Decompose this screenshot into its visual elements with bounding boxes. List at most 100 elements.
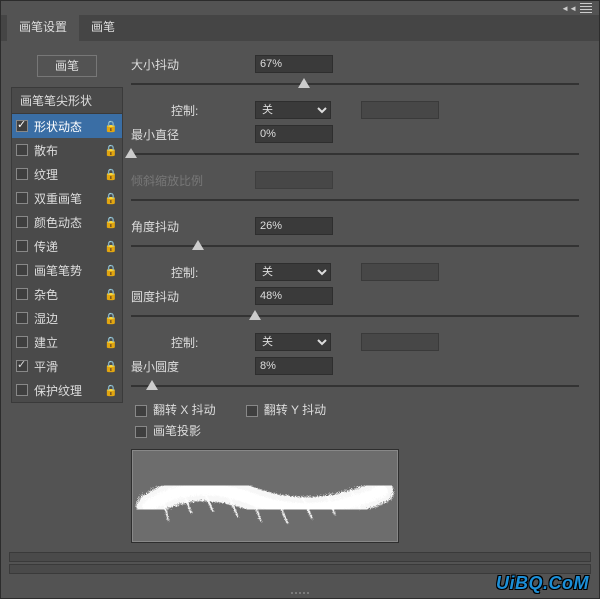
tab-bar: 画笔设置 画笔 bbox=[1, 15, 599, 41]
label-control-3: 控制: bbox=[131, 334, 251, 351]
row-size-jitter: 大小抖动 67% bbox=[131, 53, 579, 75]
collapse-icon[interactable]: ◄◄ bbox=[561, 4, 577, 13]
value-tilt-scale bbox=[255, 171, 333, 189]
checkbox-icon[interactable] bbox=[16, 192, 28, 204]
value-angle-jitter[interactable]: 26% bbox=[255, 217, 333, 235]
checkbox-icon[interactable] bbox=[16, 120, 28, 132]
label-size-jitter: 大小抖动 bbox=[131, 56, 251, 73]
list-item-7[interactable]: 杂色 🔒 bbox=[12, 282, 122, 306]
list-item-label: 散布 bbox=[34, 142, 58, 159]
brush-preset-button[interactable]: 画笔 bbox=[37, 55, 97, 77]
lock-icon[interactable]: 🔒 bbox=[104, 240, 118, 253]
lock-icon[interactable]: 🔒 bbox=[104, 168, 118, 181]
list-item-label: 双重画笔 bbox=[34, 190, 82, 207]
lock-icon[interactable]: 🔒 bbox=[104, 144, 118, 157]
right-column: 大小抖动 67% 控制: 关 最小直径 0% 倾斜缩放比例 角度抖动 26 bbox=[131, 53, 589, 543]
row-tilt-scale: 倾斜缩放比例 bbox=[131, 169, 579, 191]
flyout-menu-icon[interactable] bbox=[579, 2, 593, 14]
check-flip-y[interactable]: 翻转 Y 抖动 bbox=[246, 401, 326, 418]
extra-box-3 bbox=[361, 333, 439, 351]
tab-brush[interactable]: 画笔 bbox=[79, 12, 127, 41]
checkbox-icon[interactable] bbox=[16, 360, 28, 372]
slider-min-round[interactable] bbox=[131, 379, 579, 393]
label-min-round: 最小圆度 bbox=[131, 358, 251, 375]
list-item-11[interactable]: 保护纹理 🔒 bbox=[12, 378, 122, 402]
checkbox-icon[interactable] bbox=[16, 168, 28, 180]
resize-grip-icon[interactable] bbox=[278, 590, 322, 596]
titlebar: ◄◄ bbox=[1, 1, 599, 15]
lock-icon[interactable]: 🔒 bbox=[104, 288, 118, 301]
brush-settings-panel: ◄◄ 画笔设置 画笔 画笔 画笔笔尖形状 形状动态🔒散布🔒纹理🔒双重画笔🔒颜色动… bbox=[0, 0, 600, 599]
checkbox-icon[interactable] bbox=[16, 288, 28, 300]
lock-icon[interactable]: 🔒 bbox=[104, 336, 118, 349]
value-min-round[interactable]: 8% bbox=[255, 357, 333, 375]
slider-angle-jitter[interactable] bbox=[131, 239, 579, 253]
row-min-round: 最小圆度 8% bbox=[131, 355, 579, 377]
slider-size-jitter[interactable] bbox=[131, 77, 579, 91]
options-list: 画笔笔尖形状 形状动态🔒散布🔒纹理🔒双重画笔🔒颜色动态🔒传递🔒画笔笔势🔒杂色🔒湿… bbox=[11, 87, 123, 403]
left-column: 画笔 画笔笔尖形状 形状动态🔒散布🔒纹理🔒双重画笔🔒颜色动态🔒传递🔒画笔笔势🔒杂… bbox=[11, 53, 123, 543]
lock-icon[interactable]: 🔒 bbox=[104, 384, 118, 397]
value-round-jitter[interactable]: 48% bbox=[255, 287, 333, 305]
label-control-1: 控制: bbox=[131, 102, 251, 119]
lock-icon[interactable]: 🔒 bbox=[104, 264, 118, 277]
row-min-diameter: 最小直径 0% bbox=[131, 123, 579, 145]
select-control-3[interactable]: 关 bbox=[255, 333, 331, 351]
bar-1 bbox=[9, 552, 591, 562]
label-min-diameter: 最小直径 bbox=[131, 126, 251, 143]
brush-preview bbox=[131, 449, 399, 543]
checkbox-icon[interactable] bbox=[16, 216, 28, 228]
checkbox-icon[interactable] bbox=[16, 312, 28, 324]
check-brush-projection[interactable]: 画笔投影 bbox=[135, 422, 579, 439]
list-item-4[interactable]: 颜色动态🔒 bbox=[12, 210, 122, 234]
lock-icon[interactable]: 🔒 bbox=[104, 192, 118, 205]
list-item-label: 平滑 bbox=[34, 358, 58, 375]
list-item-9[interactable]: 建立 🔒 bbox=[12, 330, 122, 354]
lock-icon[interactable]: 🔒 bbox=[104, 360, 118, 373]
select-control-2[interactable]: 关 bbox=[255, 263, 331, 281]
label-tilt-scale: 倾斜缩放比例 bbox=[131, 172, 251, 189]
list-item-8[interactable]: 湿边🔒 bbox=[12, 306, 122, 330]
list-item-5[interactable]: 传递 🔒 bbox=[12, 234, 122, 258]
bottom-bars bbox=[9, 550, 591, 574]
list-item-2[interactable]: 纹理 🔒 bbox=[12, 162, 122, 186]
list-item-label: 纹理 bbox=[34, 166, 58, 183]
row-control-1: 控制: 关 bbox=[131, 99, 579, 121]
list-item-label: 保护纹理 bbox=[34, 382, 82, 399]
extra-box-1 bbox=[361, 101, 439, 119]
slider-round-jitter[interactable] bbox=[131, 309, 579, 323]
value-min-diameter[interactable]: 0% bbox=[255, 125, 333, 143]
list-item-6[interactable]: 画笔笔势🔒 bbox=[12, 258, 122, 282]
value-size-jitter[interactable]: 67% bbox=[255, 55, 333, 73]
list-item-label: 传递 bbox=[34, 238, 58, 255]
checkbox-icon[interactable] bbox=[16, 384, 28, 396]
slider-min-diameter[interactable] bbox=[131, 147, 579, 161]
slider-tilt-scale bbox=[131, 193, 579, 207]
watermark: UiBQ.CoM bbox=[496, 573, 589, 594]
label-angle-jitter: 角度抖动 bbox=[131, 218, 251, 235]
list-item-label: 杂色 bbox=[34, 286, 58, 303]
list-item-3[interactable]: 双重画笔 🔒 bbox=[12, 186, 122, 210]
row-control-3: 控制: 关 bbox=[131, 331, 579, 353]
list-item-label: 建立 bbox=[34, 334, 58, 351]
extra-box-2 bbox=[361, 263, 439, 281]
row-round-jitter: 圆度抖动 48% bbox=[131, 285, 579, 307]
checkbox-icon[interactable] bbox=[16, 336, 28, 348]
list-item-10[interactable]: 平滑 🔒 bbox=[12, 354, 122, 378]
select-control-1[interactable]: 关 bbox=[255, 101, 331, 119]
label-control-2: 控制: bbox=[131, 264, 251, 281]
list-item-label: 形状动态 bbox=[34, 118, 82, 135]
checkbox-icon[interactable] bbox=[16, 264, 28, 276]
lock-icon[interactable]: 🔒 bbox=[104, 120, 118, 133]
list-item-1[interactable]: 散布 🔒 bbox=[12, 138, 122, 162]
tab-brush-settings[interactable]: 画笔设置 bbox=[7, 12, 79, 41]
checkbox-icon[interactable] bbox=[16, 144, 28, 156]
list-header[interactable]: 画笔笔尖形状 bbox=[12, 88, 122, 114]
checkbox-icon[interactable] bbox=[16, 240, 28, 252]
row-angle-jitter: 角度抖动 26% bbox=[131, 215, 579, 237]
lock-icon[interactable]: 🔒 bbox=[104, 216, 118, 229]
lock-icon[interactable]: 🔒 bbox=[104, 312, 118, 325]
check-flip-x[interactable]: 翻转 X 抖动 bbox=[135, 401, 216, 418]
row-control-2: 控制: 关 bbox=[131, 261, 579, 283]
list-item-0[interactable]: 形状动态 🔒 bbox=[12, 114, 122, 138]
